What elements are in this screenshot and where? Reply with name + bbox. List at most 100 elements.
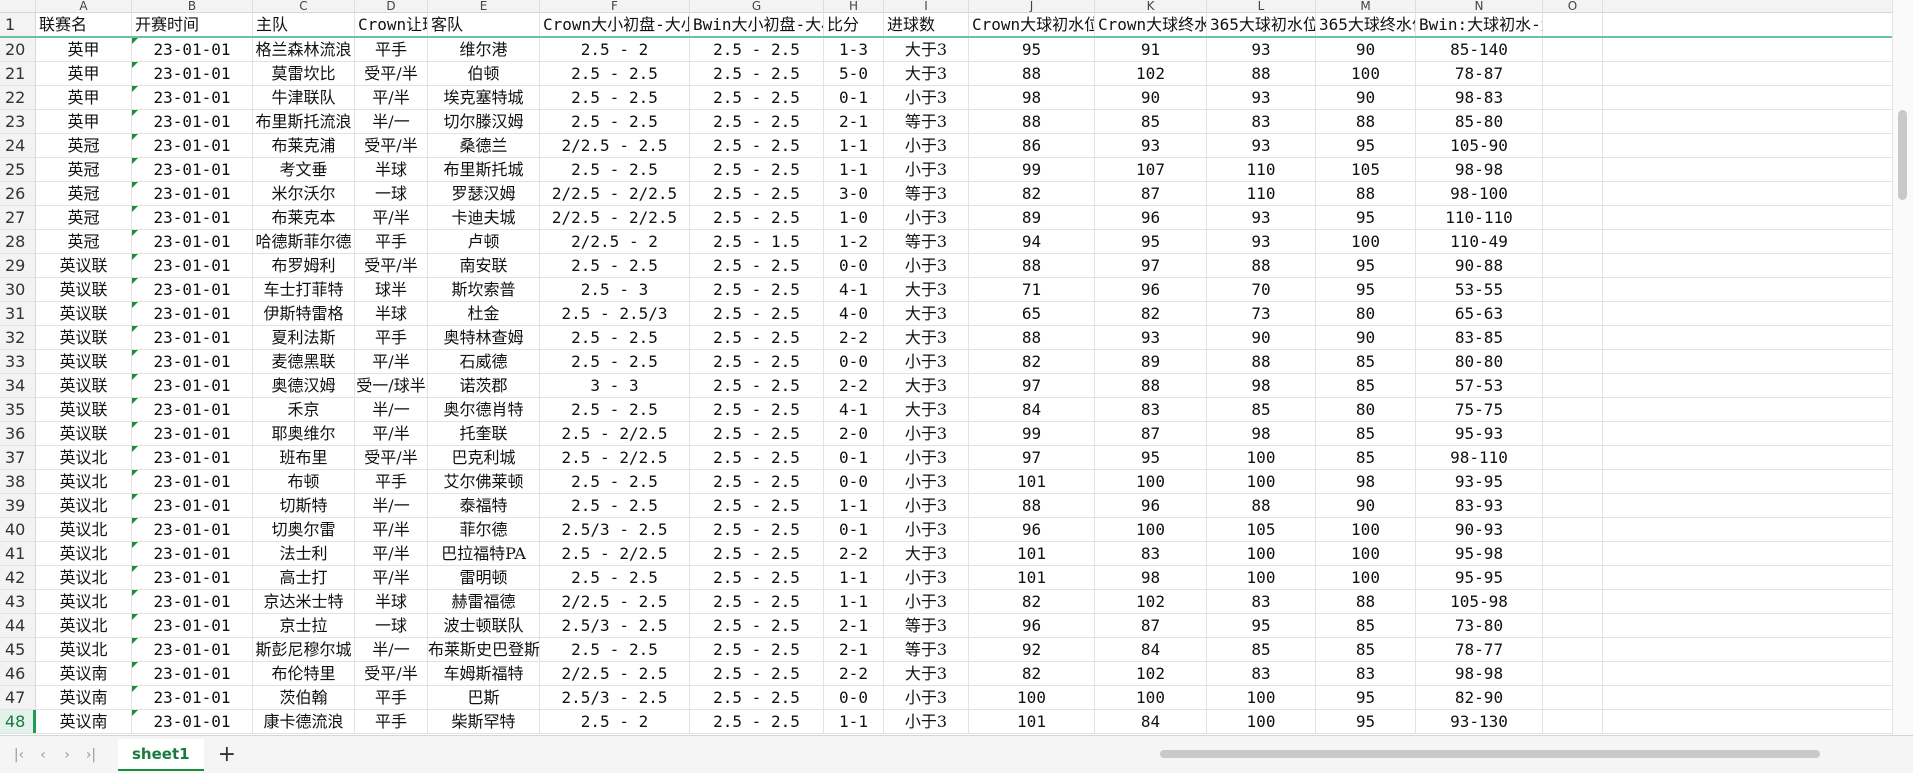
table-cell[interactable]: 96: [969, 614, 1095, 637]
table-cell[interactable]: 110-49: [1416, 230, 1543, 253]
table-cell[interactable]: [1543, 422, 1603, 445]
table-cell[interactable]: 0-1: [824, 518, 884, 541]
table-cell[interactable]: 23-01-01: [132, 686, 253, 709]
table-cell[interactable]: 97: [969, 446, 1095, 469]
table-cell[interactable]: 小于3: [884, 566, 969, 589]
table-cell[interactable]: 班布里: [253, 446, 355, 469]
row-number[interactable]: 20: [0, 38, 36, 61]
table-cell[interactable]: 99: [969, 158, 1095, 181]
table-cell[interactable]: 83: [1207, 662, 1316, 685]
row-number[interactable]: 34: [0, 374, 36, 397]
table-cell[interactable]: [1543, 86, 1603, 109]
table-cell[interactable]: 83-85: [1416, 326, 1543, 349]
table-cell[interactable]: 2.5 - 2.5: [690, 326, 824, 349]
table-cell[interactable]: 93: [1207, 230, 1316, 253]
table-cell[interactable]: 小于3: [884, 350, 969, 373]
table-cell[interactable]: 等于3: [884, 182, 969, 205]
table-cell[interactable]: 切尔滕汉姆: [428, 110, 540, 133]
table-cell[interactable]: 23-01-01: [132, 230, 253, 253]
table-cell[interactable]: 受平/半: [355, 254, 428, 277]
header-cell[interactable]: 365大球初水位: [1207, 13, 1316, 36]
table-cell[interactable]: 卡迪夫城: [428, 206, 540, 229]
table-cell[interactable]: 平手: [355, 230, 428, 253]
table-cell[interactable]: [1543, 158, 1603, 181]
table-cell[interactable]: 82: [1095, 302, 1207, 325]
table-cell[interactable]: 96: [1095, 494, 1207, 517]
table-cell[interactable]: 大于3: [884, 326, 969, 349]
table-cell[interactable]: 83: [1207, 590, 1316, 613]
table-cell[interactable]: 奥特林查姆: [428, 326, 540, 349]
table-cell[interactable]: 101: [969, 710, 1095, 733]
table-cell[interactable]: [1543, 254, 1603, 277]
table-cell[interactable]: 88: [1207, 62, 1316, 85]
table-cell[interactable]: 等于3: [884, 230, 969, 253]
table-cell[interactable]: 93-130: [1416, 710, 1543, 733]
table-cell[interactable]: 平手: [355, 710, 428, 733]
table-cell[interactable]: 23-01-01: [132, 422, 253, 445]
table-cell[interactable]: 93-95: [1416, 470, 1543, 493]
header-cell[interactable]: 比分: [824, 13, 884, 36]
table-cell[interactable]: 平/半: [355, 566, 428, 589]
next-sheet-icon[interactable]: ›: [60, 747, 74, 763]
table-cell[interactable]: 大于3: [884, 278, 969, 301]
table-cell[interactable]: 小于3: [884, 470, 969, 493]
table-cell[interactable]: 96: [1095, 206, 1207, 229]
table-cell[interactable]: 英冠: [36, 206, 132, 229]
table-cell[interactable]: 大于3: [884, 302, 969, 325]
table-cell[interactable]: 哈德斯菲尔德: [253, 230, 355, 253]
table-cell[interactable]: [1543, 566, 1603, 589]
table-cell[interactable]: [1543, 374, 1603, 397]
vertical-scrollbar[interactable]: [1892, 0, 1913, 735]
table-cell[interactable]: 100: [1207, 470, 1316, 493]
table-cell[interactable]: 诺茨郡: [428, 374, 540, 397]
table-cell[interactable]: 105: [1316, 158, 1416, 181]
table-cell[interactable]: [1543, 614, 1603, 637]
table-cell[interactable]: 98-98: [1416, 158, 1543, 181]
table-cell[interactable]: 奥尔德肖特: [428, 398, 540, 421]
table-cell[interactable]: 98: [1316, 470, 1416, 493]
table-cell[interactable]: 巴拉福特PA: [428, 542, 540, 565]
table-cell[interactable]: 102: [1095, 662, 1207, 685]
table-cell[interactable]: 2.5 - 2.5: [540, 398, 690, 421]
table-cell[interactable]: 1-1: [824, 494, 884, 517]
table-cell[interactable]: 91: [1095, 38, 1207, 61]
sheet-tab-sheet1[interactable]: sheet1: [118, 738, 204, 771]
table-cell[interactable]: 半/一: [355, 638, 428, 661]
table-cell[interactable]: 95: [1316, 686, 1416, 709]
table-cell[interactable]: 英议南: [36, 710, 132, 733]
table-cell[interactable]: 94: [969, 230, 1095, 253]
header-cell[interactable]: 主队: [253, 13, 355, 36]
table-cell[interactable]: 83: [1207, 110, 1316, 133]
table-cell[interactable]: 桑德兰: [428, 134, 540, 157]
header-cell[interactable]: 365大球终水位: [1316, 13, 1416, 36]
row-number[interactable]: 44: [0, 614, 36, 637]
table-cell[interactable]: 98-83: [1416, 86, 1543, 109]
table-cell[interactable]: 小于3: [884, 494, 969, 517]
table-cell[interactable]: 2.5 - 2.5: [540, 350, 690, 373]
table-cell[interactable]: 小于3: [884, 254, 969, 277]
table-cell[interactable]: 英议南: [36, 662, 132, 685]
table-cell[interactable]: 平/半: [355, 350, 428, 373]
column-header-o[interactable]: O: [1543, 0, 1603, 12]
table-cell[interactable]: 2.5 - 2.5: [690, 350, 824, 373]
table-cell[interactable]: 切奥尔雷: [253, 518, 355, 541]
table-cell[interactable]: 83: [1095, 542, 1207, 565]
row-number[interactable]: 38: [0, 470, 36, 493]
table-cell[interactable]: 南安联: [428, 254, 540, 277]
table-cell[interactable]: 2.5 - 2.5: [690, 638, 824, 661]
table-cell[interactable]: 23-01-01: [132, 446, 253, 469]
table-cell[interactable]: 95-95: [1416, 566, 1543, 589]
table-cell[interactable]: 23-01-01: [132, 398, 253, 421]
table-cell[interactable]: [1543, 518, 1603, 541]
table-cell[interactable]: 95-93: [1416, 422, 1543, 445]
table-cell[interactable]: 平/半: [355, 206, 428, 229]
table-cell[interactable]: 100: [1316, 518, 1416, 541]
table-cell[interactable]: 90: [1207, 326, 1316, 349]
table-cell[interactable]: 85-140: [1416, 38, 1543, 61]
table-cell[interactable]: 2.5 - 2.5: [540, 254, 690, 277]
table-cell[interactable]: 70: [1207, 278, 1316, 301]
row-number[interactable]: 26: [0, 182, 36, 205]
table-cell[interactable]: 2.5 - 2.5: [540, 110, 690, 133]
table-cell[interactable]: 受平/半: [355, 446, 428, 469]
table-cell[interactable]: 康卡德流浪: [253, 710, 355, 733]
